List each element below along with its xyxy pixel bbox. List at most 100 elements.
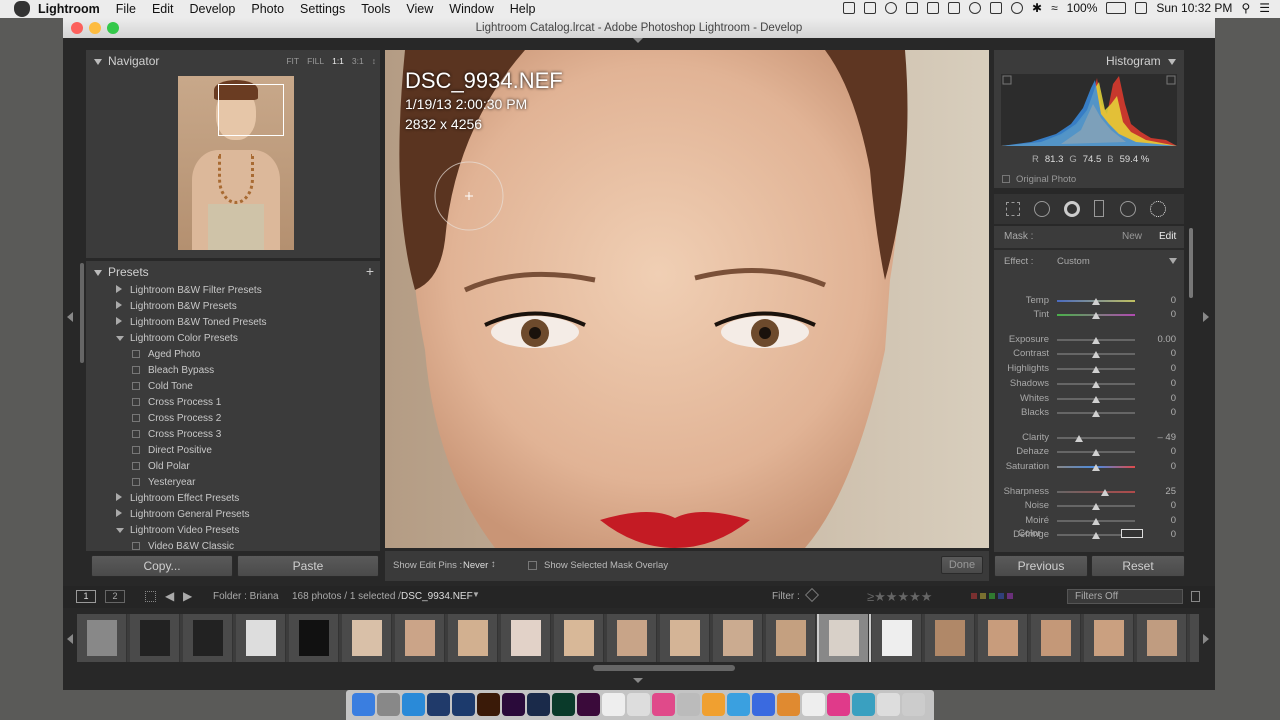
filmstrip-thumbnail[interactable]: [766, 614, 816, 662]
minimize-button[interactable]: [89, 22, 101, 34]
display-icon[interactable]: [864, 2, 877, 14]
slider-thumb[interactable]: [1092, 312, 1100, 319]
dock-app-icon[interactable]: [727, 693, 750, 716]
preset-folder[interactable]: Lightroom B&W Toned Presets: [116, 317, 267, 328]
dock-app-icon[interactable]: [652, 693, 675, 716]
battery-icon[interactable]: [1106, 2, 1127, 14]
slider-thumb[interactable]: [1092, 337, 1100, 344]
dock-app-icon[interactable]: [677, 693, 700, 716]
slider-value[interactable]: 0: [1136, 378, 1176, 389]
grid-view-icon[interactable]: [145, 591, 156, 602]
menu-view[interactable]: View: [406, 2, 433, 16]
filter-lock-icon[interactable]: [1191, 591, 1200, 602]
forward-arrow-icon[interactable]: ▶: [183, 589, 192, 603]
slider-value[interactable]: 25: [1136, 486, 1176, 497]
folder-source[interactable]: Folder : Briana: [213, 591, 279, 602]
top-panel-toggle-icon[interactable]: [633, 38, 643, 43]
slider-value[interactable]: 0: [1136, 348, 1176, 359]
slider-value[interactable]: 0: [1136, 393, 1176, 404]
preset-item[interactable]: Cross Process 3: [132, 429, 221, 440]
preset-folder[interactable]: Lightroom B&W Presets: [116, 301, 237, 312]
slider-value[interactable]: 0: [1136, 295, 1176, 306]
menu-help[interactable]: Help: [510, 2, 536, 16]
add-preset-button[interactable]: +: [366, 263, 374, 279]
dock-app-icon[interactable]: [577, 693, 600, 716]
adjustment-brush-icon[interactable]: [1150, 201, 1166, 217]
spotlight-icon[interactable]: ⚲: [1241, 1, 1250, 15]
filmstrip-thumbnail[interactable]: [501, 614, 551, 662]
zoom-1-1[interactable]: 1:1: [332, 56, 344, 66]
slider-blacks[interactable]: Blacks 0: [994, 407, 1176, 419]
dropdown-icon[interactable]: ↕: [491, 559, 496, 570]
notification-icon[interactable]: ☰: [1259, 1, 1270, 15]
dropbox-icon[interactable]: [927, 2, 940, 14]
menu-file[interactable]: File: [116, 2, 136, 16]
slider-thumb[interactable]: [1092, 518, 1100, 525]
dock-app-icon[interactable]: [452, 693, 475, 716]
filmstrip-thumbnail[interactable]: [130, 614, 180, 662]
presets-header[interactable]: Presets: [94, 265, 149, 279]
zoom-menu-icon[interactable]: ↕: [372, 56, 376, 66]
bottom-panel-toggle-icon[interactable]: [633, 678, 643, 683]
filmstrip-thumbnail[interactable]: [1190, 614, 1199, 662]
preset-item[interactable]: Cross Process 1: [132, 397, 221, 408]
preset-item[interactable]: Yesteryear: [132, 477, 195, 488]
menu-settings[interactable]: Settings: [300, 2, 345, 16]
dock-app-icon[interactable]: [427, 693, 450, 716]
file-menu-icon[interactable]: ▼: [472, 590, 480, 599]
creative-cloud-icon[interactable]: [969, 2, 982, 14]
dock-app-icon[interactable]: [877, 693, 900, 716]
filmstrip-thumbnail[interactable]: [395, 614, 445, 662]
red-eye-icon[interactable]: [1064, 201, 1080, 217]
slider-thumb[interactable]: [1092, 396, 1100, 403]
zoom-3-1[interactable]: 3:1: [352, 56, 364, 66]
menu-photo[interactable]: Photo: [251, 2, 284, 16]
dock-app-icon[interactable]: [477, 693, 500, 716]
zoom-fit[interactable]: FIT: [286, 56, 299, 66]
evernote-icon[interactable]: [843, 2, 856, 14]
preset-item[interactable]: Bleach Bypass: [132, 365, 214, 376]
slider-thumb[interactable]: [1092, 351, 1100, 358]
done-button[interactable]: Done: [941, 556, 983, 574]
slider-thumb[interactable]: [1092, 532, 1100, 539]
slider-thumb[interactable]: [1092, 503, 1100, 510]
slider-value[interactable]: 0: [1136, 500, 1176, 511]
slider-clarity[interactable]: Clarity – 49: [994, 432, 1176, 444]
slider-thumb[interactable]: [1092, 381, 1100, 388]
navigator-preview[interactable]: [178, 76, 294, 250]
filmstrip-thumbnail[interactable]: [1084, 614, 1134, 662]
dock-app-icon[interactable]: [627, 693, 650, 716]
slider-track[interactable]: [1057, 491, 1135, 493]
menu-tools[interactable]: Tools: [361, 2, 390, 16]
filmstrip[interactable]: [77, 614, 1199, 662]
preset-folder[interactable]: Lightroom Effect Presets: [116, 493, 239, 504]
dock-app-icon[interactable]: [802, 693, 825, 716]
dock-app-icon[interactable]: [352, 693, 375, 716]
preset-folder[interactable]: Lightroom Video Presets: [116, 525, 239, 536]
preset-folder[interactable]: Lightroom General Presets: [116, 509, 250, 520]
filmstrip-thumbnail[interactable]: [236, 614, 286, 662]
user-icon[interactable]: [1135, 2, 1148, 14]
slider-value[interactable]: – 49: [1136, 432, 1177, 443]
zoom-box[interactable]: [218, 84, 284, 136]
zoom-fill[interactable]: FILL: [307, 56, 324, 66]
filmstrip-left-icon[interactable]: [67, 634, 73, 644]
filmstrip-thumbnail[interactable]: [1137, 614, 1187, 662]
slider-value[interactable]: 0: [1136, 363, 1176, 374]
slider-value[interactable]: 0: [1136, 446, 1176, 457]
slider-noise[interactable]: Noise 0: [994, 500, 1176, 512]
filmstrip-thumbnail[interactable]: [289, 614, 339, 662]
left-panel-toggle-icon[interactable]: [67, 312, 73, 322]
photo-canvas[interactable]: DSC_9934.NEF 1/19/13 2:00:30 PM 2832 x 4…: [385, 50, 989, 548]
dock-app-icon[interactable]: [852, 693, 875, 716]
back-arrow-icon[interactable]: ◀: [165, 589, 174, 603]
edit-pins-select[interactable]: Never: [463, 560, 488, 571]
paste-button[interactable]: Paste: [237, 555, 379, 577]
dock-app-icon[interactable]: [752, 693, 775, 716]
slider-contrast[interactable]: Contrast 0: [994, 348, 1176, 360]
dock-app-icon[interactable]: [377, 693, 400, 716]
slider-value[interactable]: 0.00: [1136, 334, 1177, 345]
record-icon[interactable]: [885, 2, 898, 14]
filmstrip-thumbnail[interactable]: [660, 614, 710, 662]
histogram-graph[interactable]: [1001, 74, 1177, 146]
